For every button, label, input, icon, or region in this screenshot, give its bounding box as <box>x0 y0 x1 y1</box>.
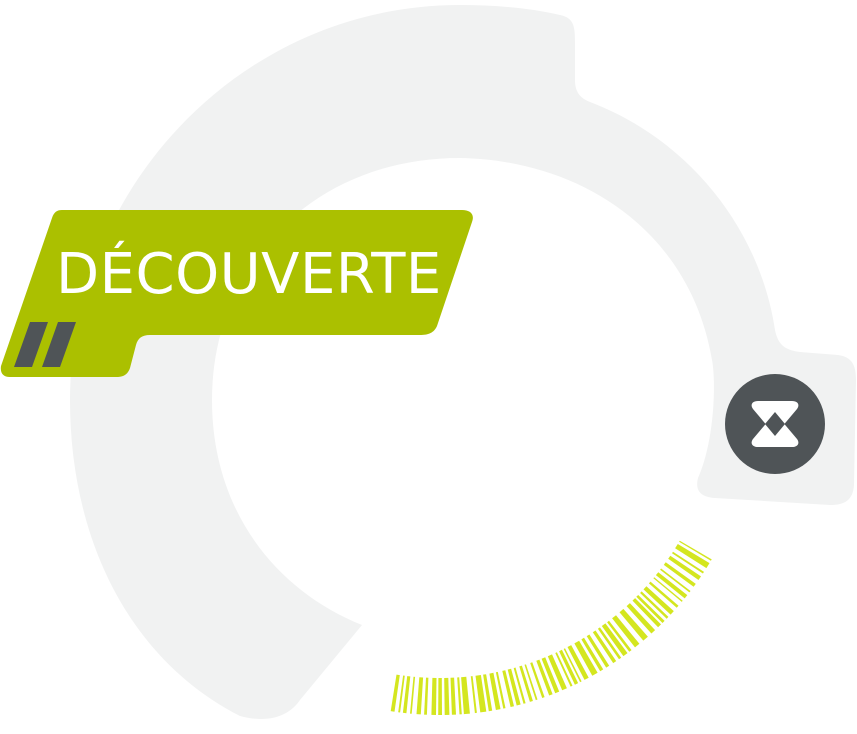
discovery-ring-graphic: DÉCOUVERTE <box>0 5 856 719</box>
progress-tick <box>438 678 442 715</box>
progress-tick <box>431 677 437 715</box>
progress-tick <box>444 677 450 715</box>
ring-track <box>70 5 856 719</box>
badge-label: DÉCOUVERTE <box>56 242 442 307</box>
progress-tick <box>470 676 477 714</box>
progress-tick <box>410 676 416 714</box>
progress-tick <box>416 677 424 715</box>
progress-tick <box>390 674 400 712</box>
discovery-badge[interactable]: DÉCOUVERTE <box>0 210 473 377</box>
close-button[interactable] <box>725 374 825 474</box>
progress-arc <box>390 540 712 715</box>
progress-tick <box>450 677 456 715</box>
progress-tick <box>424 677 429 715</box>
progress-tick <box>457 677 462 715</box>
progress-tick <box>461 676 470 715</box>
